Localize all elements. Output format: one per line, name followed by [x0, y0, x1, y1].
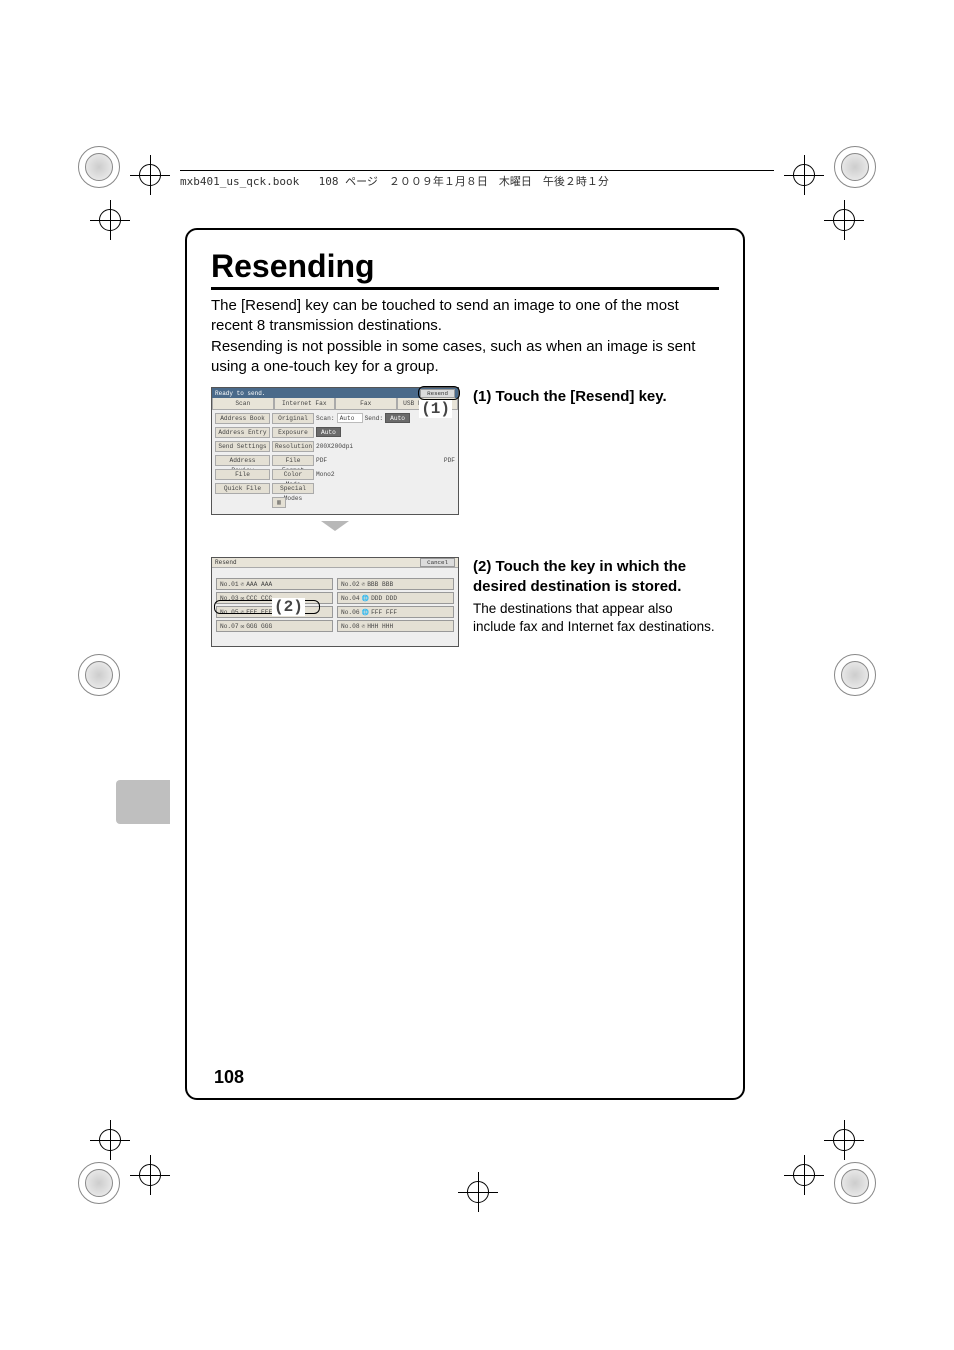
tab-ifax[interactable]: Internet Fax [274, 398, 336, 410]
send-value: Auto [385, 413, 410, 423]
page-number: 108 [214, 1067, 244, 1088]
register-cross [458, 1172, 498, 1212]
mail-icon: ✉ [241, 593, 245, 604]
color-mode-value: Mono2 [316, 471, 335, 478]
resend-button[interactable]: Resend [420, 389, 455, 398]
file-format-val-2: PDF [444, 457, 455, 464]
phone-icon: ✆ [241, 579, 245, 590]
register-cross [90, 200, 130, 240]
crop-mark [72, 1156, 126, 1210]
destination-button[interactable]: No.02✆BBB BBB [337, 578, 454, 590]
globe-icon: 🌐 [362, 607, 369, 618]
destination-button[interactable]: No.07✉GGG GGG [216, 620, 333, 632]
dest-name: FFF FFF [371, 607, 397, 618]
color-mode-button[interactable]: Color Mode [272, 469, 314, 480]
dest-name: AAA AAA [246, 579, 272, 590]
dest-no: No.01 [220, 579, 239, 590]
address-review-button[interactable]: Address Review [215, 455, 270, 466]
send-settings-button[interactable]: Send Settings [215, 441, 270, 452]
phone-icon: ✆ [362, 621, 366, 632]
crop-mark [828, 140, 882, 194]
callout-number-2: (2) [272, 598, 305, 616]
destination-button[interactable]: No.06🌐FFF FFF [337, 606, 454, 618]
dest-no: No.07 [220, 621, 239, 632]
crop-mark [72, 140, 126, 194]
dest-name: GGG GGG [246, 621, 272, 632]
dest-no: No.08 [341, 621, 360, 632]
tab-fax[interactable]: Fax [335, 398, 397, 410]
intro-paragraph: The [Resend] key can be touched to send … [211, 296, 719, 377]
header-filename: mxb401_us_qck.book [180, 175, 299, 188]
step-2-text: Touch the key in which the desired desti… [473, 558, 686, 595]
step-2-note: The destinations that appear also includ… [473, 600, 719, 635]
dest-no: No.06 [341, 607, 360, 618]
dest-no: No.04 [341, 593, 360, 604]
flow-arrow-icon [321, 521, 349, 531]
register-cross [824, 1120, 864, 1160]
original-button[interactable]: Original [272, 413, 314, 424]
tab-scan[interactable]: Scan [212, 398, 274, 410]
step-1-num: (1) [473, 388, 491, 405]
callout-number-1: (1) [419, 400, 452, 418]
address-entry-button[interactable]: Address Entry [215, 427, 270, 438]
preview-icon-button[interactable]: ▥ [272, 497, 286, 508]
exposure-button[interactable]: Exposure [272, 427, 314, 438]
destination-button[interactable]: No.04🌐DDD DDD [337, 592, 454, 604]
dest-name: BBB BBB [367, 579, 393, 590]
crop-mark [72, 648, 126, 702]
status-text: Ready to send. [215, 390, 265, 397]
destination-button[interactable]: No.01✆AAA AAA [216, 578, 333, 590]
screenshot-resend-list: Resend Cancel No.01✆AAA AAANo.02✆BBB BBB… [211, 557, 459, 647]
register-cross [130, 155, 170, 195]
crop-mark [828, 648, 882, 702]
dest-name: DDD DDD [371, 593, 397, 604]
scan-value: Auto [337, 413, 363, 423]
dest-no: No.02 [341, 579, 360, 590]
register-cross [90, 1120, 130, 1160]
mail-icon: ✉ [241, 621, 245, 632]
crop-mark [828, 1156, 882, 1210]
dest-no: No.03 [220, 593, 239, 604]
screenshot-send-screen: Ready to send. Resend Scan Internet Fax … [211, 387, 459, 515]
send-label: Send: [365, 415, 384, 422]
dest-name: HHH HHH [367, 621, 393, 632]
globe-icon: 🌐 [362, 593, 369, 604]
phone-icon: ✆ [362, 579, 366, 590]
resolution-value: 200X200dpi [316, 443, 353, 450]
file-format-button[interactable]: File Format [272, 455, 314, 466]
register-cross [784, 155, 824, 195]
step-2-num: (2) [473, 558, 491, 575]
phone-icon: ✆ [241, 607, 245, 618]
file-button[interactable]: File [215, 469, 270, 480]
dest-name: EEE EEE [246, 607, 272, 618]
quick-file-button[interactable]: Quick File [215, 483, 270, 494]
step-2-heading: (2) Touch the key in which the desired d… [473, 557, 719, 596]
dest-name: CCC CCC [246, 593, 272, 604]
header-pageinfo: 108 ページ ２００９年１月８日 木曜日 午後２時１分 [319, 175, 609, 188]
exposure-value: Auto [316, 427, 341, 437]
cancel-button[interactable]: Cancel [420, 558, 455, 567]
file-format-val-1: PDF [316, 457, 327, 464]
resolution-button[interactable]: Resolution [272, 441, 314, 452]
section-title: Resending [211, 248, 719, 290]
running-header: mxb401_us_qck.book 108 ページ ２００９年１月８日 木曜日… [180, 170, 774, 189]
register-cross [130, 1155, 170, 1195]
destination-button[interactable]: No.08✆HHH HHH [337, 620, 454, 632]
step-1-text: Touch the [Resend] key. [496, 388, 667, 405]
dest-no: No.05 [220, 607, 239, 618]
step-1-heading: (1) Touch the [Resend] key. [473, 387, 719, 407]
resend-list-title: Resend [215, 559, 237, 566]
register-cross [784, 1155, 824, 1195]
page-content-frame: Resending The [Resend] key can be touche… [185, 228, 745, 1100]
special-modes-button[interactable]: Special Modes [272, 483, 314, 494]
section-thumb-tab [116, 780, 170, 824]
address-book-button[interactable]: Address Book [215, 413, 270, 424]
register-cross [824, 200, 864, 240]
scan-label: Scan: [316, 415, 335, 422]
